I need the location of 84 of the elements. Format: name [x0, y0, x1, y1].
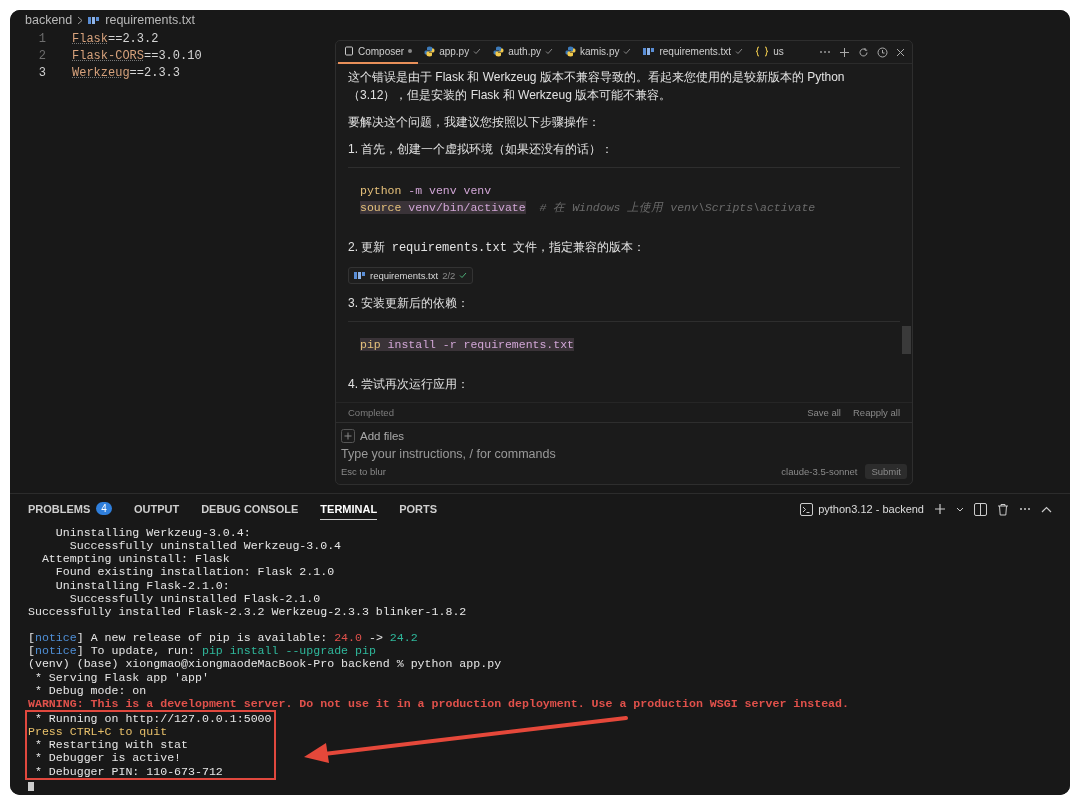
panel-tab[interactable]: OUTPUT — [133, 498, 180, 520]
chevron-icon — [77, 15, 84, 25]
file-icon — [88, 15, 101, 25]
document-icon — [344, 46, 354, 56]
code-block: pip install -r requirements.txt — [348, 321, 900, 369]
message-text: 3. 安装更新后的依赖： — [348, 295, 471, 312]
terminal-line: * Debug mode: on — [33, 683, 148, 697]
message-text: 4. 尝试再次运行应用： — [348, 376, 471, 393]
panel-tab[interactable]: DEBUG CONSOLE — [201, 498, 299, 520]
message-text: 要解决这个问题，我建议您按照以下步骤操作： — [348, 114, 601, 131]
terminal-line: Uninstalling Werkzeug-3.0.4: — [54, 526, 252, 540]
split-icon[interactable] — [974, 502, 987, 516]
caret-icon[interactable] — [956, 506, 964, 512]
line-number: 3 — [37, 65, 47, 80]
close-icon[interactable] — [896, 47, 905, 57]
python-icon — [424, 45, 436, 57]
more-icon[interactable] — [1019, 507, 1031, 511]
file-icon — [354, 271, 366, 280]
message-text: 2. 更新 requirements.txt 文件，指定兼容的版本： — [348, 239, 647, 257]
check-icon — [623, 47, 632, 55]
terminal-line: Successfully uninstalled Flask-2.1.0 — [68, 591, 322, 605]
terminal-line: WARNING: This is a development server. Do not use it in a production deployment. Use a production WSGI server instead. — [28, 696, 850, 710]
trash-icon[interactable] — [997, 502, 1009, 516]
terminal-line: * Restarting with stat — [33, 738, 190, 752]
check-icon — [735, 47, 744, 55]
composer-tab[interactable]: auth.py — [487, 41, 559, 64]
plus-icon[interactable] — [839, 46, 850, 58]
more-icon[interactable] — [819, 50, 831, 54]
terminal-line: * Running on http://127.0.0.1:5000 — [33, 711, 273, 726]
model-selector[interactable]: claude-3.5-sonnet — [781, 466, 858, 477]
file-icon — [643, 46, 656, 56]
line-number: 1 — [37, 31, 47, 46]
chevron-up-icon[interactable] — [1041, 505, 1052, 513]
panel-tab[interactable]: TERMINAL — [320, 498, 378, 520]
terminal-line: Successfully uninstalled Werkzeug-3.0.4 — [68, 539, 343, 553]
python-icon — [493, 45, 505, 57]
file-chip[interactable]: requirements.txt 2/2 — [348, 267, 474, 284]
status-text: Completed — [348, 407, 394, 418]
terminal-line: [notice] To update, run: pip install --upgrade pip — [28, 644, 377, 658]
terminal-line: * Debugger is active! — [33, 751, 183, 765]
add-icon[interactable] — [341, 429, 355, 443]
composer-tab[interactable]: requirements.txt — [637, 41, 750, 64]
terminal-line: Press CTRL+C to quit — [28, 725, 169, 739]
composer-tab[interactable]: kamis.py — [559, 41, 638, 64]
terminal-cursor — [28, 781, 34, 791]
terminal-line: (venv) (base) xiongmao@xiongmaodeMacBook-Pro backend % python app.py — [28, 657, 503, 671]
python-icon — [565, 45, 576, 57]
braces-icon — [755, 45, 770, 57]
panel-tab[interactable]: PROBLEMS 4 — [28, 498, 112, 520]
message-text: 1. 首先，创建一个虚拟环境（如果还没有的话）： — [348, 141, 615, 158]
line-number: 2 — [37, 48, 47, 63]
hint-text: Esc to blur — [341, 466, 386, 477]
terminal-name[interactable]: python3.12 - backend — [818, 503, 924, 515]
scrollbar-thumb[interactable] — [902, 326, 911, 354]
refresh-icon[interactable] — [858, 46, 869, 58]
code-block: python -m venv venv source venv/bin/activate # 在 Windows 上使用 venv\Scripts\activate — [348, 167, 900, 232]
check-icon — [545, 47, 553, 55]
composer-tab[interactable]: app.py — [418, 41, 488, 64]
count-badge: 4 — [96, 502, 112, 515]
breadcrumb-folder[interactable]: backend — [25, 13, 73, 27]
terminal-line: * Serving Flask app 'app' — [33, 670, 210, 684]
panel-tab[interactable]: PORTS — [399, 498, 438, 520]
check-icon — [473, 47, 482, 55]
terminal-icon — [800, 502, 814, 516]
code-line: Flask==2.3.2 — [72, 31, 159, 46]
breadcrumb-file[interactable]: requirements.txt — [105, 13, 195, 27]
message-text: 这个错误是由于 Flask 和 Werkzeug 版本不兼容导致的。看起来您使用的是较新版本的 Python（3.12），但是安装的 Flask 和 Werkzeug 版本可能不兼容。 — [348, 69, 846, 104]
code-line: Werkzeug==2.3.3 — [72, 65, 181, 80]
terminal-line: Successfully installed Flask-2.3.2 Werkzeug-2.3.3 blinker-1.8.2 — [28, 604, 468, 618]
add-files-button[interactable]: Add files — [360, 430, 405, 442]
code-line: Flask-CORS==3.0.10 — [72, 48, 202, 63]
composer-tab[interactable]: us — [749, 41, 790, 64]
instructions-field[interactable]: Type your instructions, / for commands — [341, 443, 907, 461]
terminal-line: * Debugger PIN: 110-673-712 — [33, 764, 224, 778]
history-icon[interactable] — [877, 46, 888, 58]
plus-icon[interactable] — [934, 503, 946, 515]
terminal-line: Attempting uninstall: Flask — [40, 552, 231, 566]
composer-tab[interactable]: Composer — [338, 41, 419, 64]
action-link[interactable]: Reapply all — [853, 407, 900, 418]
terminal-line: [notice] A new release of pip is available: 24.0 -> 24.2 — [28, 631, 419, 645]
check-icon — [459, 272, 468, 279]
terminal-line: Found existing installation: Flask 2.1.0 — [54, 565, 336, 579]
action-link[interactable]: Save all — [807, 407, 841, 418]
terminal-line: Uninstalling Flask-2.1.0: — [54, 578, 231, 592]
